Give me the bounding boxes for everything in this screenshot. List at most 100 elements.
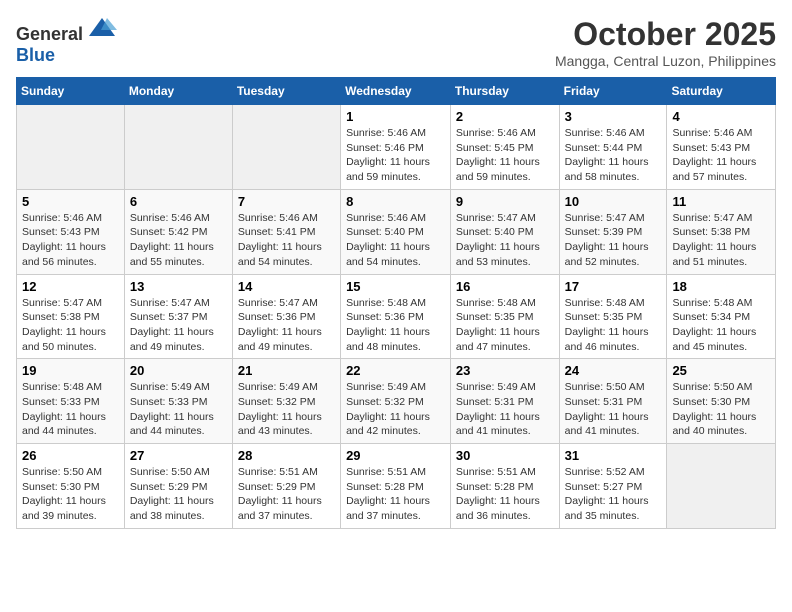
day-number: 13 xyxy=(130,279,227,294)
weekday-header: Friday xyxy=(559,78,667,105)
day-number: 4 xyxy=(672,109,770,124)
day-number: 20 xyxy=(130,363,227,378)
day-number: 9 xyxy=(456,194,554,209)
day-info: Sunrise: 5:48 AM Sunset: 5:35 PM Dayligh… xyxy=(456,296,554,355)
day-info: Sunrise: 5:48 AM Sunset: 5:35 PM Dayligh… xyxy=(565,296,662,355)
calendar-cell xyxy=(17,105,125,190)
weekday-header: Monday xyxy=(124,78,232,105)
day-info: Sunrise: 5:48 AM Sunset: 5:34 PM Dayligh… xyxy=(672,296,770,355)
calendar-cell: 14Sunrise: 5:47 AM Sunset: 5:36 PM Dayli… xyxy=(232,274,340,359)
day-number: 5 xyxy=(22,194,119,209)
calendar-cell: 8 Sunrise: 5:46 AM Sunset: 5:40 PM Daylig… xyxy=(341,189,451,274)
calendar-cell: 16Sunrise: 5:48 AM Sunset: 5:35 PM Dayli… xyxy=(450,274,559,359)
calendar-cell: 15 Sunrise: 5:48 AM Sunset: 5:36 PM Dayli… xyxy=(341,274,451,359)
weekday-header: Thursday xyxy=(450,78,559,105)
calendar-cell: 3 Sunrise: 5:46 AM Sunset: 5:44 PM Daylig… xyxy=(559,105,667,190)
logo-general: General xyxy=(16,24,83,44)
calendar-cell: 23 Sunrise: 5:49 AM Sunset: 5:31 PM Dayli… xyxy=(450,359,559,444)
month-title: October 2025 xyxy=(555,16,776,53)
weekday-header: Saturday xyxy=(667,78,776,105)
day-info: Sunrise: 5:46 AM Sunset: 5:42 PM Dayligh… xyxy=(130,211,227,270)
day-number: 6 xyxy=(130,194,227,209)
day-info: Sunrise: 5:50 AM Sunset: 5:30 PM Dayligh… xyxy=(672,380,770,439)
calendar-cell: 12 Sunrise: 5:47 AM Sunset: 5:38 PM Dayli… xyxy=(17,274,125,359)
day-number: 14 xyxy=(238,279,335,294)
day-info: Sunrise: 5:48 AM Sunset: 5:33 PM Dayligh… xyxy=(22,380,119,439)
weekday-header: Wednesday xyxy=(341,78,451,105)
calendar-cell: 6 Sunrise: 5:46 AM Sunset: 5:42 PM Daylig… xyxy=(124,189,232,274)
day-number: 23 xyxy=(456,363,554,378)
day-number: 30 xyxy=(456,448,554,463)
day-info: Sunrise: 5:51 AM Sunset: 5:28 PM Dayligh… xyxy=(456,465,554,524)
day-number: 18 xyxy=(672,279,770,294)
calendar-cell: 28Sunrise: 5:51 AM Sunset: 5:29 PM Dayli… xyxy=(232,444,340,529)
day-info: Sunrise: 5:49 AM Sunset: 5:32 PM Dayligh… xyxy=(238,380,335,439)
day-number: 29 xyxy=(346,448,445,463)
calendar-week-row: 19 Sunrise: 5:48 AM Sunset: 5:33 PM Dayli… xyxy=(17,359,776,444)
day-number: 19 xyxy=(22,363,119,378)
calendar-cell: 22 Sunrise: 5:49 AM Sunset: 5:32 PM Dayli… xyxy=(341,359,451,444)
day-number: 26 xyxy=(22,448,119,463)
calendar-cell: 5Sunrise: 5:46 AM Sunset: 5:43 PM Daylig… xyxy=(17,189,125,274)
day-info: Sunrise: 5:50 AM Sunset: 5:29 PM Dayligh… xyxy=(130,465,227,524)
day-info: Sunrise: 5:48 AM Sunset: 5:36 PM Dayligh… xyxy=(346,296,445,355)
day-number: 8 xyxy=(346,194,445,209)
calendar-week-row: 1Sunrise: 5:46 AM Sunset: 5:46 PM Daylig… xyxy=(17,105,776,190)
calendar-cell: 2Sunrise: 5:46 AM Sunset: 5:45 PM Daylig… xyxy=(450,105,559,190)
calendar-cell: 19 Sunrise: 5:48 AM Sunset: 5:33 PM Dayli… xyxy=(17,359,125,444)
day-info: Sunrise: 5:46 AM Sunset: 5:40 PM Dayligh… xyxy=(346,211,445,270)
day-info: Sunrise: 5:49 AM Sunset: 5:31 PM Dayligh… xyxy=(456,380,554,439)
logo-blue: Blue xyxy=(16,45,55,65)
calendar-cell: 1Sunrise: 5:46 AM Sunset: 5:46 PM Daylig… xyxy=(341,105,451,190)
day-number: 17 xyxy=(565,279,662,294)
calendar-cell: 4 Sunrise: 5:46 AM Sunset: 5:43 PM Daylig… xyxy=(667,105,776,190)
day-number: 25 xyxy=(672,363,770,378)
calendar-cell: 27Sunrise: 5:50 AM Sunset: 5:29 PM Dayli… xyxy=(124,444,232,529)
day-number: 24 xyxy=(565,363,662,378)
calendar-cell: 30 Sunrise: 5:51 AM Sunset: 5:28 PM Dayli… xyxy=(450,444,559,529)
calendar-cell: 9Sunrise: 5:47 AM Sunset: 5:40 PM Daylig… xyxy=(450,189,559,274)
calendar-header: SundayMondayTuesdayWednesdayThursdayFrid… xyxy=(17,78,776,105)
calendar-cell: 10Sunrise: 5:47 AM Sunset: 5:39 PM Dayli… xyxy=(559,189,667,274)
weekday-header: Tuesday xyxy=(232,78,340,105)
day-info: Sunrise: 5:47 AM Sunset: 5:37 PM Dayligh… xyxy=(130,296,227,355)
day-number: 2 xyxy=(456,109,554,124)
calendar-cell xyxy=(124,105,232,190)
day-number: 21 xyxy=(238,363,335,378)
day-info: Sunrise: 5:46 AM Sunset: 5:44 PM Dayligh… xyxy=(565,126,662,185)
day-info: Sunrise: 5:47 AM Sunset: 5:38 PM Dayligh… xyxy=(22,296,119,355)
calendar-cell: 17 Sunrise: 5:48 AM Sunset: 5:35 PM Dayli… xyxy=(559,274,667,359)
day-info: Sunrise: 5:52 AM Sunset: 5:27 PM Dayligh… xyxy=(565,465,662,524)
day-info: Sunrise: 5:51 AM Sunset: 5:28 PM Dayligh… xyxy=(346,465,445,524)
day-number: 15 xyxy=(346,279,445,294)
day-info: Sunrise: 5:46 AM Sunset: 5:43 PM Dayligh… xyxy=(672,126,770,185)
calendar-cell: 21 Sunrise: 5:49 AM Sunset: 5:32 PM Dayli… xyxy=(232,359,340,444)
calendar-cell: 24 Sunrise: 5:50 AM Sunset: 5:31 PM Dayli… xyxy=(559,359,667,444)
day-number: 3 xyxy=(565,109,662,124)
page-header: General Blue October 2025 Mangga, Centra… xyxy=(16,16,776,69)
day-info: Sunrise: 5:49 AM Sunset: 5:33 PM Dayligh… xyxy=(130,380,227,439)
calendar-cell: 7Sunrise: 5:46 AM Sunset: 5:41 PM Daylig… xyxy=(232,189,340,274)
day-number: 10 xyxy=(565,194,662,209)
calendar-cell: 26 Sunrise: 5:50 AM Sunset: 5:30 PM Dayli… xyxy=(17,444,125,529)
day-info: Sunrise: 5:49 AM Sunset: 5:32 PM Dayligh… xyxy=(346,380,445,439)
logo-icon xyxy=(87,16,117,40)
day-number: 7 xyxy=(238,194,335,209)
calendar-cell: 11 Sunrise: 5:47 AM Sunset: 5:38 PM Dayli… xyxy=(667,189,776,274)
weekday-header-row: SundayMondayTuesdayWednesdayThursdayFrid… xyxy=(17,78,776,105)
day-number: 31 xyxy=(565,448,662,463)
day-info: Sunrise: 5:47 AM Sunset: 5:38 PM Dayligh… xyxy=(672,211,770,270)
day-info: Sunrise: 5:50 AM Sunset: 5:31 PM Dayligh… xyxy=(565,380,662,439)
title-area: October 2025 Mangga, Central Luzon, Phil… xyxy=(555,16,776,69)
calendar-body: 1Sunrise: 5:46 AM Sunset: 5:46 PM Daylig… xyxy=(17,105,776,529)
day-info: Sunrise: 5:50 AM Sunset: 5:30 PM Dayligh… xyxy=(22,465,119,524)
calendar-cell: 13 Sunrise: 5:47 AM Sunset: 5:37 PM Dayli… xyxy=(124,274,232,359)
weekday-header: Sunday xyxy=(17,78,125,105)
day-number: 12 xyxy=(22,279,119,294)
day-number: 22 xyxy=(346,363,445,378)
calendar-cell xyxy=(667,444,776,529)
calendar-cell: 18 Sunrise: 5:48 AM Sunset: 5:34 PM Dayli… xyxy=(667,274,776,359)
calendar-cell: 20 Sunrise: 5:49 AM Sunset: 5:33 PM Dayli… xyxy=(124,359,232,444)
calendar-week-row: 5Sunrise: 5:46 AM Sunset: 5:43 PM Daylig… xyxy=(17,189,776,274)
day-number: 11 xyxy=(672,194,770,209)
